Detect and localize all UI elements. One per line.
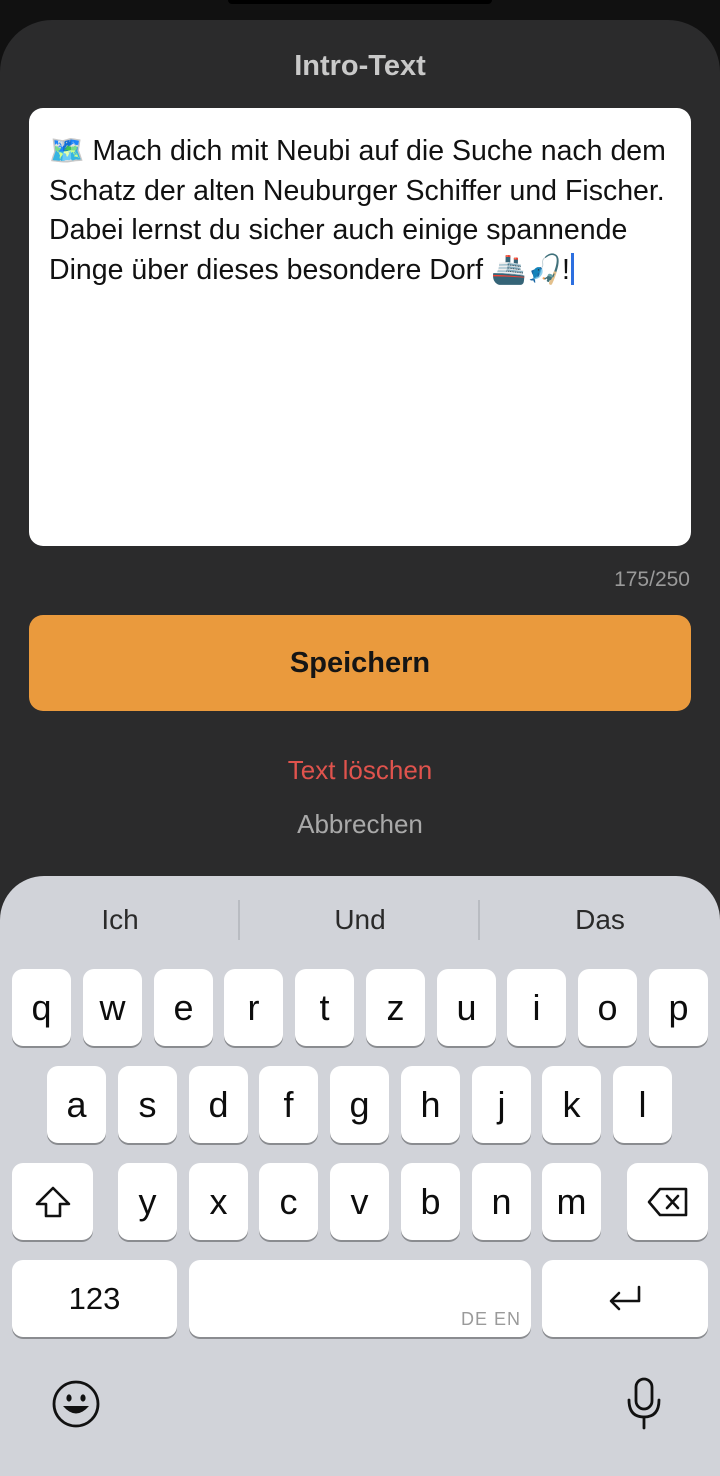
key-a[interactable]: a: [47, 1066, 106, 1143]
key-j[interactable]: j: [472, 1066, 531, 1143]
key-k[interactable]: k: [542, 1066, 601, 1143]
key-s[interactable]: s: [118, 1066, 177, 1143]
emoji-button[interactable]: [48, 1376, 104, 1432]
return-icon: [609, 1285, 641, 1310]
suggestion-bar: Ich Und Das: [0, 876, 720, 966]
sheet-title: Intro-Text: [294, 50, 426, 82]
key-h[interactable]: h: [401, 1066, 460, 1143]
intro-text-content: 🗺️ Mach dich mit Neubi auf die Suche nac…: [49, 135, 674, 286]
key-y[interactable]: y: [118, 1163, 177, 1240]
key-o[interactable]: o: [578, 969, 637, 1046]
character-counter: 175/250: [614, 568, 690, 591]
key-q[interactable]: q: [12, 969, 71, 1046]
key-d[interactable]: d: [189, 1066, 248, 1143]
intro-text-editor[interactable]: 🗺️ Mach dich mit Neubi auf die Suche nac…: [29, 108, 691, 546]
key-x[interactable]: x: [189, 1163, 248, 1240]
microphone-icon: [627, 1377, 661, 1430]
suggestion-2[interactable]: Und: [240, 904, 480, 936]
save-button[interactable]: Speichern: [29, 615, 691, 711]
delete-key[interactable]: [627, 1163, 708, 1240]
key-f[interactable]: f: [259, 1066, 318, 1143]
key-w[interactable]: w: [83, 969, 142, 1046]
return-key[interactable]: [542, 1260, 708, 1337]
key-p[interactable]: p: [649, 969, 708, 1046]
key-g[interactable]: g: [330, 1066, 389, 1143]
key-i[interactable]: i: [507, 969, 566, 1046]
key-c[interactable]: c: [259, 1163, 318, 1240]
key-z[interactable]: z: [366, 969, 425, 1046]
space-key[interactable]: DE EN: [189, 1260, 531, 1337]
key-m[interactable]: m: [542, 1163, 601, 1240]
numbers-key[interactable]: 123: [12, 1260, 177, 1337]
status-bar-notch: [228, 0, 492, 4]
key-e[interactable]: e: [154, 969, 213, 1046]
key-v[interactable]: v: [330, 1163, 389, 1240]
dictation-button[interactable]: [616, 1374, 672, 1434]
keyboard: Ich Und Das q w e r t z u i o p a s d f …: [0, 876, 720, 1476]
key-t[interactable]: t: [295, 969, 354, 1046]
key-r[interactable]: r: [224, 969, 283, 1046]
suggestion-1[interactable]: Ich: [0, 904, 240, 936]
text-cursor: [570, 252, 574, 285]
suggestion-3[interactable]: Das: [480, 904, 720, 936]
language-indicator: DE EN: [460, 1309, 521, 1329]
shift-icon: [35, 1186, 70, 1217]
backspace-icon: [647, 1187, 687, 1216]
key-l[interactable]: l: [613, 1066, 672, 1143]
cancel-button[interactable]: Abbrechen: [0, 809, 720, 840]
delete-text-button[interactable]: Text löschen: [0, 755, 720, 786]
key-u[interactable]: u: [437, 969, 496, 1046]
key-b[interactable]: b: [401, 1163, 460, 1240]
key-n[interactable]: n: [472, 1163, 531, 1240]
shift-key[interactable]: [12, 1163, 93, 1240]
emoji-icon: [52, 1380, 100, 1428]
